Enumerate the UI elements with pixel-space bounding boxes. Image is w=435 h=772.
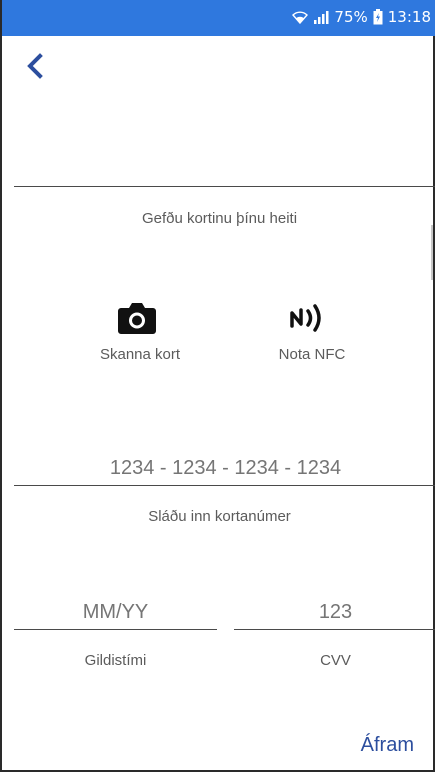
use-nfc-option[interactable]: Nota NFC [252, 346, 372, 364]
card-number-label: Sláðu inn kortanúmer [148, 508, 291, 525]
cvv-label: CVV [320, 652, 351, 669]
camera-icon[interactable] [117, 300, 157, 336]
use-nfc-label: Nota NFC [278, 346, 346, 363]
back-button[interactable] [18, 48, 54, 84]
expiry-label: Gildistími [84, 652, 147, 669]
battery-percent: 75% [334, 8, 368, 26]
scroll-indicator [431, 225, 433, 280]
scan-card-label: Skanna kort [99, 346, 181, 363]
card-name-field-underline[interactable] [14, 186, 435, 187]
nfc-icon[interactable] [289, 302, 331, 334]
app-screen: 75% 13:18 Gefðu kortinu þínu heiti Skann… [0, 0, 435, 772]
chevron-left-icon [27, 53, 43, 79]
status-bar: 75% 13:18 [2, 0, 435, 36]
wifi-icon [292, 10, 309, 24]
battery-icon [373, 9, 383, 25]
clock: 13:18 [387, 8, 431, 26]
scan-card-option[interactable]: Skanna kort [80, 346, 200, 364]
card-name-label: Gefðu kortinu þínu heiti [141, 210, 298, 227]
expiry-input[interactable] [14, 596, 217, 628]
cvv-input[interactable] [234, 596, 435, 628]
cvv-underline [234, 629, 435, 630]
expiry-underline [14, 629, 217, 630]
signal-icon [313, 10, 329, 24]
card-number-underline [14, 485, 435, 486]
card-number-input[interactable] [14, 452, 435, 484]
next-button[interactable]: Áfram [361, 734, 414, 757]
